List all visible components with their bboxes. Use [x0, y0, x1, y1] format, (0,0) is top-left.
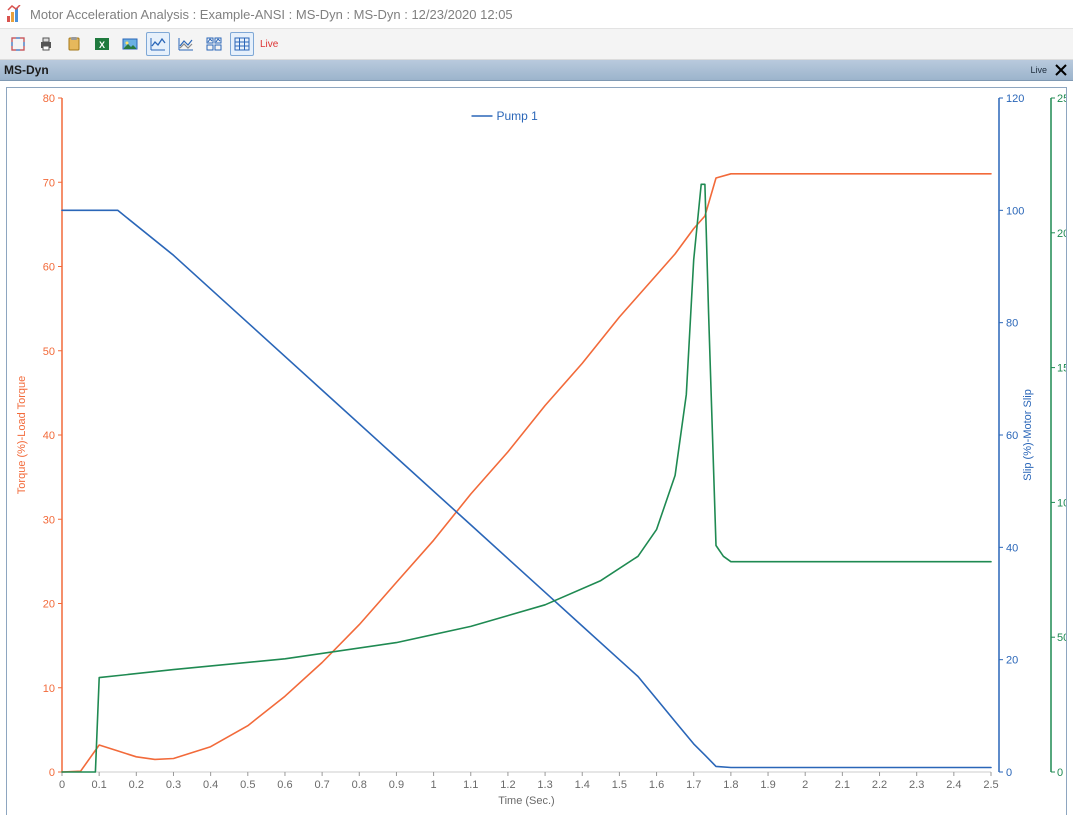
svg-text:20: 20 [1006, 655, 1018, 667]
svg-text:0: 0 [1006, 767, 1012, 779]
svg-text:2.3: 2.3 [909, 779, 924, 791]
svg-text:2.2: 2.2 [872, 779, 887, 791]
svg-text:0.4: 0.4 [203, 779, 218, 791]
svg-text:1.1: 1.1 [463, 779, 478, 791]
svg-text:80: 80 [43, 93, 55, 105]
svg-text:0: 0 [1057, 767, 1063, 779]
svg-text:40: 40 [43, 430, 55, 442]
svg-text:50: 50 [1057, 632, 1066, 644]
svg-text:1.2: 1.2 [500, 779, 515, 791]
svg-text:0.1: 0.1 [92, 779, 107, 791]
svg-text:120: 120 [1006, 93, 1024, 105]
svg-text:0.7: 0.7 [314, 779, 329, 791]
svg-text:1.3: 1.3 [537, 779, 552, 791]
svg-text:2.5: 2.5 [983, 779, 998, 791]
svg-text:0: 0 [49, 767, 55, 779]
svg-text:80: 80 [1006, 318, 1018, 330]
panel-header: MS-Dyn Live [0, 60, 1073, 81]
svg-text:Torque (%)-Load Torque: Torque (%)-Load Torque [16, 376, 28, 494]
svg-text:2.4: 2.4 [946, 779, 961, 791]
svg-text:1.4: 1.4 [575, 779, 590, 791]
svg-text:1: 1 [431, 779, 437, 791]
svg-text:2: 2 [802, 779, 808, 791]
svg-text:200: 200 [1057, 228, 1066, 240]
svg-text:1.6: 1.6 [649, 779, 664, 791]
live-indicator: Live [260, 39, 278, 50]
svg-text:50: 50 [43, 346, 55, 358]
svg-text:100: 100 [1006, 205, 1024, 217]
svg-text:70: 70 [43, 177, 55, 189]
svg-text:Time (Sec.): Time (Sec.) [498, 795, 554, 807]
svg-text:60: 60 [1006, 430, 1018, 442]
svg-text:60: 60 [43, 262, 55, 274]
svg-text:Pump 1: Pump 1 [497, 109, 539, 123]
svg-text:1.9: 1.9 [760, 779, 775, 791]
app-icon [6, 5, 24, 23]
data-table-button[interactable] [230, 32, 254, 56]
export-image-button[interactable] [118, 32, 142, 56]
panel-title: MS-Dyn [4, 63, 49, 77]
svg-text:10: 10 [43, 683, 55, 695]
svg-text:1.7: 1.7 [686, 779, 701, 791]
dual-plot-button[interactable] [174, 32, 198, 56]
svg-text:Slip (%)-Motor Slip: Slip (%)-Motor Slip [1022, 389, 1034, 481]
svg-text:0.6: 0.6 [277, 779, 292, 791]
fit-to-screen-button[interactable] [6, 32, 30, 56]
svg-text:0.9: 0.9 [389, 779, 404, 791]
svg-text:250: 250 [1057, 93, 1066, 105]
panel-live-label: Live [1030, 65, 1047, 75]
single-plot-button[interactable] [146, 32, 170, 56]
svg-text:30: 30 [43, 514, 55, 526]
close-icon [1055, 64, 1067, 76]
svg-text:100: 100 [1057, 497, 1066, 509]
svg-text:0.5: 0.5 [240, 779, 255, 791]
svg-text:2.1: 2.1 [835, 779, 850, 791]
close-button[interactable] [1053, 62, 1069, 78]
svg-text:20: 20 [43, 599, 55, 611]
svg-text:40: 40 [1006, 542, 1018, 554]
export-excel-button[interactable]: X [90, 32, 114, 56]
svg-text:1.5: 1.5 [612, 779, 627, 791]
svg-text:150: 150 [1057, 363, 1066, 375]
title-bar: Motor Acceleration Analysis : Example-AN… [0, 0, 1073, 29]
toolbar: X [0, 29, 1073, 60]
svg-text:X: X [99, 40, 105, 50]
print-button[interactable] [34, 32, 58, 56]
chart-panel: 0 0.1 0.2 0.3 0.4 0.5 0.6 0.7 0.8 0.9 1 1.1 1.2 1.3 1.… [6, 87, 1067, 815]
svg-text:1.8: 1.8 [723, 779, 738, 791]
paste-button[interactable] [62, 32, 86, 56]
chart[interactable]: 0 0.1 0.2 0.3 0.4 0.5 0.6 0.7 0.8 0.9 1 1.1 1.2 1.3 1.… [7, 88, 1066, 812]
svg-text:0.2: 0.2 [129, 779, 144, 791]
multi-plot-button[interactable] [202, 32, 226, 56]
svg-text:0.8: 0.8 [352, 779, 367, 791]
window-title: Motor Acceleration Analysis : Example-AN… [30, 7, 513, 22]
svg-text:0.3: 0.3 [166, 779, 181, 791]
svg-text:0: 0 [59, 779, 65, 791]
